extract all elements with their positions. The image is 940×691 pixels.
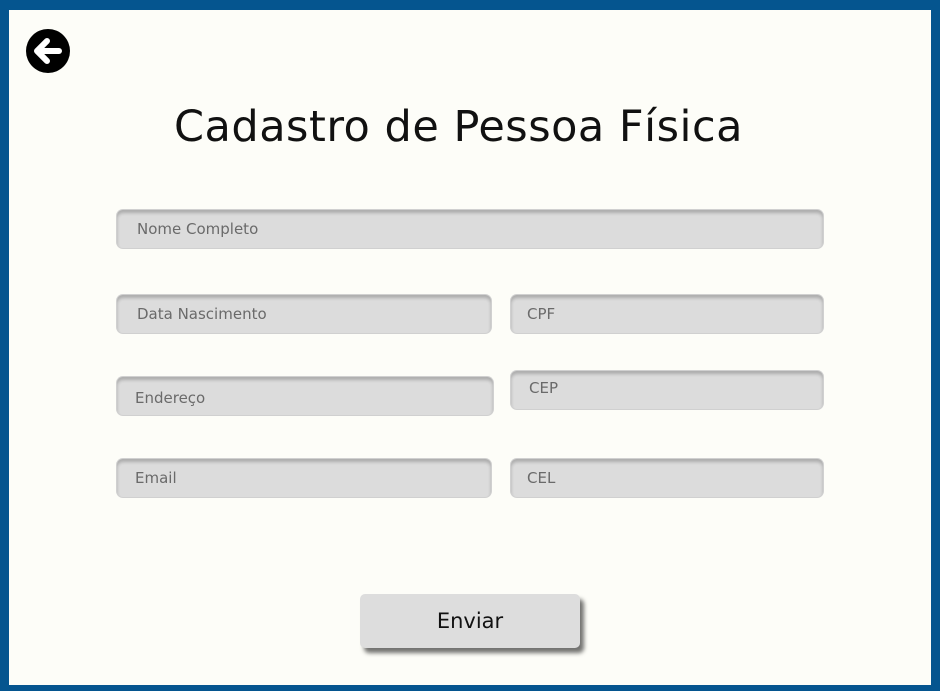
back-button[interactable] [25, 28, 71, 74]
cel-field[interactable] [511, 459, 823, 497]
cep-field[interactable] [511, 371, 823, 409]
birth-date-field[interactable] [117, 295, 491, 333]
full-name-field[interactable] [117, 210, 823, 248]
submit-button[interactable]: Enviar [360, 594, 580, 648]
address-field[interactable] [117, 377, 493, 415]
page-title: Cadastro de Pessoa Física [174, 102, 743, 152]
email-field[interactable] [117, 459, 491, 497]
form-page: Cadastro de Pessoa Física Enviar [9, 10, 931, 685]
cpf-field[interactable] [511, 295, 823, 333]
arrow-left-circle-icon [26, 29, 70, 73]
